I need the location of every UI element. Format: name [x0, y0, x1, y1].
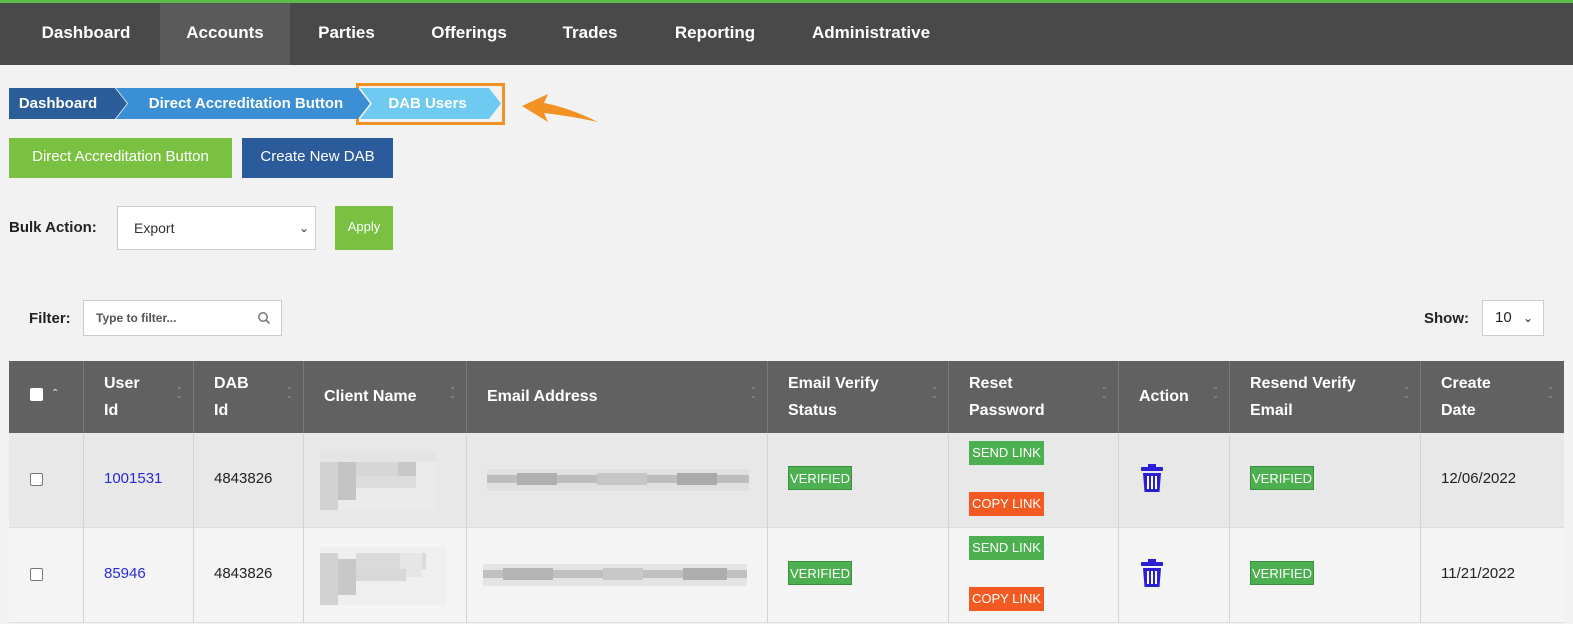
header-action[interactable]: Action ˆˇ	[1118, 361, 1229, 433]
filter-input[interactable]: Type to filter...	[83, 300, 282, 336]
bulk-action-select[interactable]: Export ⌄	[117, 206, 316, 250]
copy-link-button[interactable]: COPY LINK	[969, 587, 1044, 611]
top-nav: Dashboard Accounts Parties Offerings Tra…	[0, 0, 1573, 65]
sort-icon[interactable]: ˆˇ	[288, 388, 291, 407]
sort-icon[interactable]: ˆˇ	[451, 388, 454, 407]
create-date-value: 11/21/2022	[1441, 565, 1515, 582]
breadcrumb-dashboard[interactable]: Dashboard	[9, 88, 127, 119]
dab-id-value: 4843826	[214, 470, 273, 487]
dab-id-cell: 4843826	[193, 528, 303, 623]
nav-item-accounts[interactable]: Accounts	[160, 3, 290, 65]
user-id-link[interactable]: 85946	[104, 565, 146, 582]
redacted-client-name	[320, 547, 446, 605]
copy-link-button[interactable]: COPY LINK	[969, 492, 1044, 516]
nav-item-reporting[interactable]: Reporting	[645, 3, 785, 65]
verified-badge: VERIFIED	[788, 466, 852, 490]
table-row: 1001531 4843826 VERIFIED SEND LINK COPY …	[9, 433, 1564, 528]
sort-icon[interactable]: ˆˇ	[1103, 388, 1106, 407]
header-dab-id[interactable]: DAB Id ˆˇ	[193, 361, 303, 433]
show-entries-select[interactable]: 10 ⌄	[1482, 300, 1544, 336]
trash-icon[interactable]	[1140, 464, 1164, 492]
email-cell	[466, 433, 767, 528]
header-email-verify-status[interactable]: Email Verify Status ˆˇ	[767, 361, 948, 433]
row-select-cell	[9, 433, 83, 528]
user-id-cell: 85946	[83, 528, 193, 623]
email-cell	[466, 528, 767, 623]
email-verify-cell: VERIFIED	[767, 433, 948, 528]
nav-item-dashboard[interactable]: Dashboard	[0, 3, 172, 65]
sort-icon[interactable]: ˆˇ	[178, 388, 181, 407]
chevron-down-icon: ⌄	[298, 221, 309, 235]
header-reset-password[interactable]: Reset Password ˆˇ	[948, 361, 1118, 433]
user-id-cell: 1001531	[83, 433, 193, 528]
arrow-annotation-icon	[522, 94, 598, 122]
sort-icon[interactable]: ˆˇ	[1405, 388, 1408, 407]
send-link-button[interactable]: SEND LINK	[969, 441, 1044, 465]
filter-label: Filter:	[29, 310, 71, 327]
redacted-email	[487, 469, 749, 491]
redacted-client-name	[320, 452, 436, 510]
sort-icon[interactable]: ˆˇ	[1549, 388, 1552, 407]
redacted-email	[483, 564, 747, 586]
show-entries-value: 10	[1495, 309, 1512, 326]
header-client-name[interactable]: Client Name ˆˇ	[303, 361, 466, 433]
create-date-cell: 11/21/2022	[1420, 528, 1564, 623]
reset-password-cell: SEND LINK COPY LINK	[948, 528, 1118, 623]
header-user-id[interactable]: User Id ˆˇ	[83, 361, 193, 433]
header-select-all[interactable]: ˆ	[9, 361, 83, 433]
search-icon	[258, 312, 271, 325]
table-header: ˆ User Id ˆˇ DAB Id ˆˇ Client Name ˆˇ Em…	[9, 361, 1564, 433]
header-email-address[interactable]: Email Address ˆˇ	[466, 361, 767, 433]
trash-icon[interactable]	[1140, 559, 1164, 587]
nav-item-offerings[interactable]: Offerings	[403, 3, 535, 65]
nav-item-trades[interactable]: Trades	[535, 3, 645, 65]
action-cell	[1118, 528, 1229, 623]
create-new-dab-button[interactable]: Create New DAB	[242, 138, 393, 178]
resend-verify-cell: VERIFIED	[1229, 433, 1420, 528]
nav-item-administrative[interactable]: Administrative	[785, 3, 957, 65]
bulk-action-selected-value: Export	[134, 220, 175, 236]
select-all-checkbox[interactable]	[30, 388, 43, 401]
apply-button[interactable]: Apply	[335, 206, 393, 250]
nav-item-parties[interactable]: Parties	[290, 3, 403, 65]
row-checkbox[interactable]	[30, 473, 43, 486]
chevron-down-icon: ⌄	[1522, 311, 1533, 325]
send-link-button[interactable]: SEND LINK	[969, 536, 1044, 560]
row-select-cell	[9, 528, 83, 623]
header-resend-verify-email[interactable]: Resend Verify Email ˆˇ	[1229, 361, 1420, 433]
sort-icon[interactable]: ˆˇ	[752, 388, 755, 407]
resend-verified-badge[interactable]: VERIFIED	[1250, 466, 1314, 490]
header-create-date[interactable]: Create Date ˆˇ	[1420, 361, 1564, 433]
verified-badge: VERIFIED	[788, 561, 852, 585]
dab-id-cell: 4843826	[193, 433, 303, 528]
breadcrumb-dab-users[interactable]: DAB Users	[360, 88, 501, 119]
dab-id-value: 4843826	[214, 565, 273, 582]
resend-verified-badge[interactable]: VERIFIED	[1250, 561, 1314, 585]
table-row: 85946 4843826 VERIFIED SEND LINK COPY LI…	[9, 528, 1564, 623]
filter-placeholder: Type to filter...	[96, 311, 177, 325]
breadcrumb-direct-accreditation-button[interactable]: Direct Accreditation Button	[116, 88, 370, 119]
sort-icon[interactable]: ˆˇ	[933, 388, 936, 407]
direct-accreditation-button[interactable]: Direct Accreditation Button	[9, 138, 232, 178]
show-label: Show:	[1424, 310, 1469, 327]
create-date-value: 12/06/2022	[1441, 470, 1517, 487]
email-verify-cell: VERIFIED	[767, 528, 948, 623]
resend-verify-cell: VERIFIED	[1229, 528, 1420, 623]
sort-icon[interactable]: ˆˇ	[1214, 388, 1217, 407]
create-date-cell: 12/06/2022	[1420, 433, 1564, 528]
reset-password-cell: SEND LINK COPY LINK	[948, 433, 1118, 528]
action-cell	[1118, 433, 1229, 528]
row-checkbox[interactable]	[30, 568, 43, 581]
sort-asc-icon[interactable]: ˆ	[53, 381, 57, 408]
bulk-action-label: Bulk Action:	[9, 219, 97, 236]
client-name-cell	[303, 528, 466, 623]
client-name-cell	[303, 433, 466, 528]
user-id-link[interactable]: 1001531	[104, 470, 162, 487]
